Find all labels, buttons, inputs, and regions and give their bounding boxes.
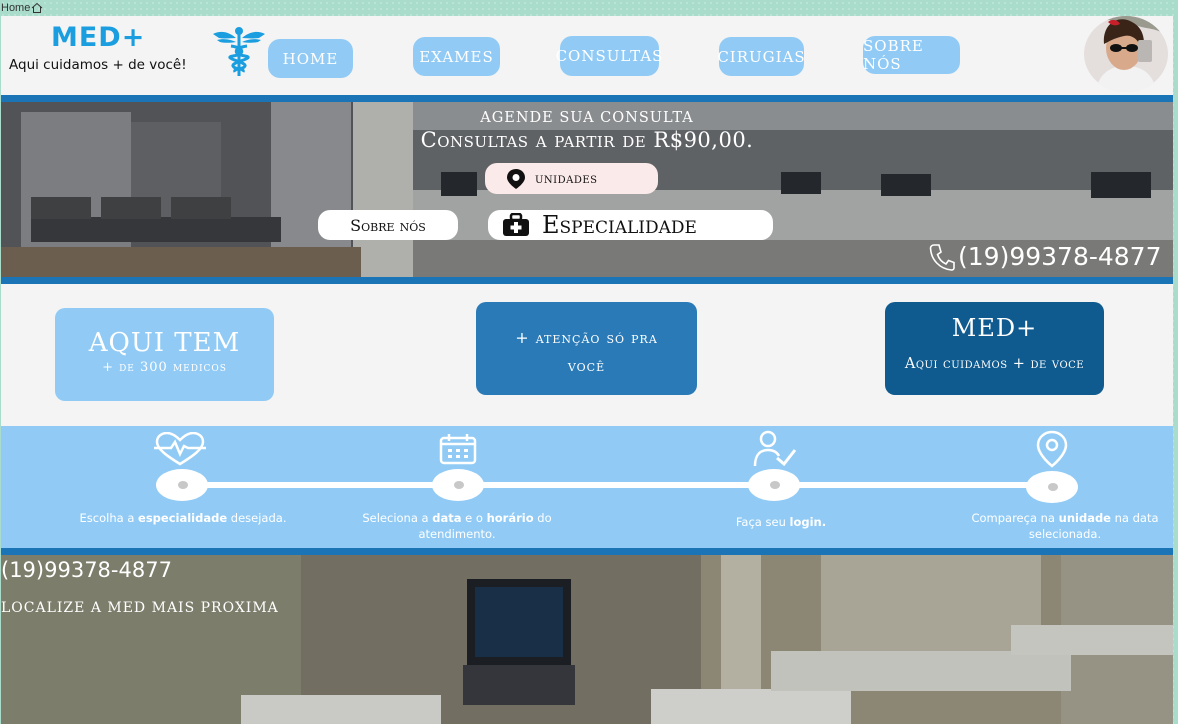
breadcrumb: Home bbox=[1, 0, 43, 16]
home-icon bbox=[32, 2, 43, 13]
step-dot-4 bbox=[1026, 471, 1078, 503]
step-dot-1 bbox=[156, 469, 208, 501]
steps-divider bbox=[1, 548, 1173, 555]
header: MED+ Aqui cuidamos + de você! HOME EXAME… bbox=[1, 16, 1173, 95]
location-pin-icon bbox=[507, 168, 525, 189]
breadcrumb-home-link[interactable]: Home bbox=[1, 2, 30, 14]
promo-section: AQUI TEM + de 300 medicos + atenção só p… bbox=[1, 284, 1173, 426]
promo-card-med-title: MED+ bbox=[951, 314, 1038, 342]
nav-exames[interactable]: EXAMES bbox=[413, 37, 500, 76]
step-dot-3 bbox=[748, 469, 800, 501]
nav-sobre-nos[interactable]: SOBRE NÓS bbox=[863, 36, 960, 74]
especialidade-label: Especialidade bbox=[542, 211, 697, 239]
promo-card-atencao: + atenção só pra você bbox=[476, 302, 697, 395]
caduceus-icon bbox=[213, 27, 265, 76]
promo-card-medicos-sub: + de 300 medicos bbox=[102, 360, 227, 375]
sobre-nos-label: Sobre nós bbox=[350, 215, 426, 235]
hero-banner: AGENDE SUA CONSULTA Consultas a partir d… bbox=[1, 102, 1173, 277]
hero-phone-number: (19)99378-4877 bbox=[958, 242, 1162, 271]
location-pin-outline-icon bbox=[1036, 430, 1068, 468]
bottom-background-image bbox=[1, 555, 1173, 724]
especialidade-button[interactable]: Especialidade bbox=[488, 210, 773, 240]
promo-card-medicos-title: AQUI TEM bbox=[88, 328, 241, 358]
bottom-banner: (19)99378-4877 LOCALIZE A MED MAIS PROXI… bbox=[1, 555, 1173, 724]
nav-home[interactable]: HOME bbox=[268, 39, 353, 78]
heart-pulse-icon bbox=[154, 432, 206, 466]
calendar-icon bbox=[439, 434, 477, 465]
promo-card-atencao-text: + atenção só pra você bbox=[515, 328, 658, 375]
unidades-button[interactable]: unidades bbox=[485, 163, 658, 194]
bottom-phone-number[interactable]: (19)99378-4877 bbox=[1, 558, 172, 582]
medical-kit-icon bbox=[503, 213, 529, 236]
localize-med-link[interactable]: LOCALIZE A MED MAIS PROXIMA bbox=[1, 600, 279, 616]
step-dot-2 bbox=[432, 469, 484, 501]
steps-section: Escolha a especialidade desejada. Seleci… bbox=[1, 426, 1173, 548]
step-3-text: Faça seu login. bbox=[735, 515, 827, 529]
nav-consultas[interactable]: CONSULTAS bbox=[556, 36, 662, 76]
hero-line2: Consultas a partir de R$90,00. bbox=[420, 128, 754, 152]
promo-card-medicos: AQUI TEM + de 300 medicos bbox=[55, 308, 274, 401]
nav-cirugias[interactable]: CIRUGIAS bbox=[717, 37, 805, 76]
hero-divider bbox=[1, 277, 1173, 284]
step-2-text: Seleciona a data e o horário do atendime… bbox=[362, 511, 552, 541]
page: MED+ Aqui cuidamos + de você! HOME EXAME… bbox=[1, 16, 1173, 724]
step-4-text: Compareça na unidade na data selecionada… bbox=[971, 511, 1159, 541]
unidades-label: unidades bbox=[535, 170, 598, 187]
logo-subtitle: Aqui cuidamos + de você! bbox=[9, 57, 187, 73]
hero-phone[interactable]: (19)99378-4877 bbox=[929, 242, 1162, 271]
logo-title: MED+ bbox=[51, 22, 146, 53]
logo[interactable]: MED+ Aqui cuidamos + de você! bbox=[7, 22, 207, 82]
user-check-icon bbox=[753, 430, 797, 467]
promo-card-med-sub: Aqui cuidamos + de voce bbox=[904, 356, 1085, 372]
steps-track bbox=[179, 482, 1053, 488]
step-1-text: Escolha a especialidade desejada. bbox=[79, 511, 287, 525]
avatar[interactable] bbox=[1084, 16, 1168, 92]
hero-line1: AGENDE SUA CONSULTA bbox=[480, 110, 694, 126]
phone-icon bbox=[929, 243, 955, 271]
sobre-nos-button[interactable]: Sobre nós bbox=[318, 210, 458, 240]
promo-card-med: MED+ Aqui cuidamos + de voce bbox=[885, 302, 1104, 395]
header-divider bbox=[1, 95, 1173, 102]
